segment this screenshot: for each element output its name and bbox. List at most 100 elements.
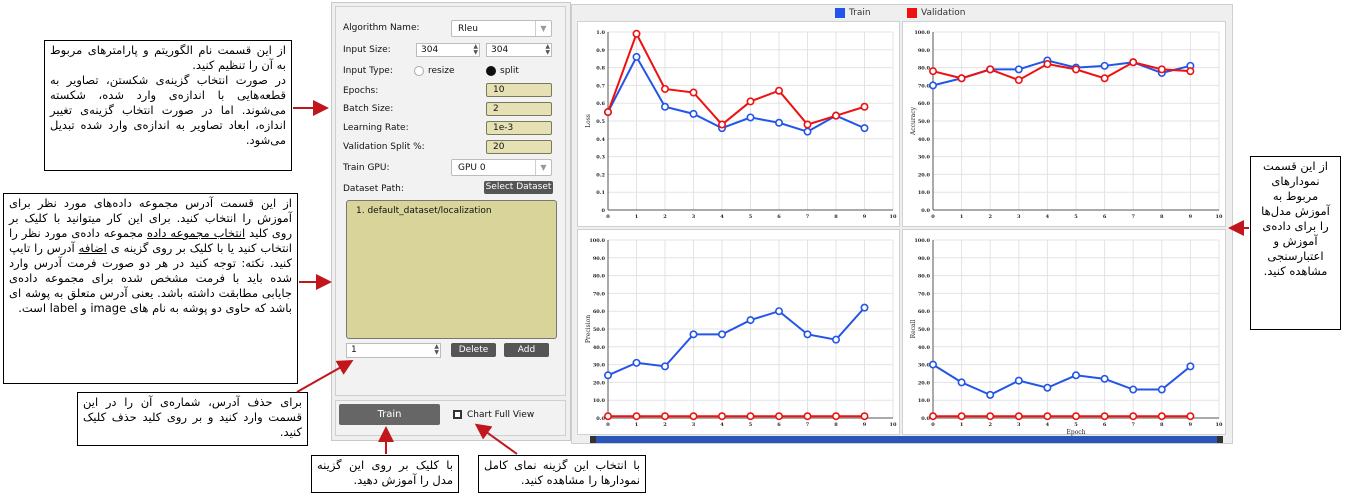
data-point-validation <box>689 88 698 97</box>
train-button[interactable]: Train <box>339 404 440 425</box>
chart-accuracy: 0.0 10.0 20.0 30.0 40.0 50.0 60.0 70.0 80.0 90.0 1… <box>902 21 1226 227</box>
y-tick-label: 40.0 <box>593 345 606 351</box>
algorithm-label: Algorithm Name: <box>343 23 420 33</box>
y-tick-label: 90.0 <box>918 48 931 54</box>
data-point-train <box>803 127 812 136</box>
input-height-spinbox[interactable]: 304 ▲ ▼ <box>486 43 552 57</box>
input-width-spinbox[interactable]: 304 ▲ ▼ <box>416 43 480 57</box>
legend-train-swatch <box>835 8 845 18</box>
x-tick-label: 3 <box>692 422 696 428</box>
y-tick-label: 0.9 <box>596 48 605 54</box>
y-tick-label: 20.0 <box>918 172 931 178</box>
data-point-validation <box>718 120 727 129</box>
data-point-train <box>957 378 966 387</box>
epochs-label: Epochs: <box>343 86 379 96</box>
y-tick-label: 100.0 <box>589 238 605 244</box>
chevron-down-icon: ▼ <box>535 160 551 175</box>
data-point-validation <box>860 102 869 111</box>
y-tick-label: 0.3 <box>596 155 605 161</box>
data-point-train <box>1072 371 1081 380</box>
data-point-train <box>661 102 670 111</box>
callout-dataset-select-link: انتخاب مجموعه داده <box>146 226 246 240</box>
y-tick-label: 1.0 <box>596 30 605 36</box>
delete-button[interactable]: Delete <box>451 343 496 357</box>
chart-precision: 0.0 10.0 20.0 30.0 40.0 50.0 60.0 70.0 80.0 90.0 1… <box>577 229 900 435</box>
data-point-validation <box>746 412 755 421</box>
series-line-train <box>607 306 866 377</box>
x-tick-label: 1 <box>960 422 963 428</box>
learning-rate-input[interactable]: 1e-3 <box>486 121 552 135</box>
legend-validation-label: Validation <box>921 8 966 18</box>
x-tick-label: 8 <box>1160 422 1164 428</box>
epochs-input[interactable]: 10 <box>486 83 552 97</box>
x-tick-label: 2 <box>988 214 992 220</box>
y-tick-label: 40.0 <box>918 345 931 351</box>
accuracy-chart-svg: 0.0 10.0 20.0 30.0 40.0 50.0 60.0 70.0 80.0 90.0 1… <box>910 30 1223 220</box>
split-radio[interactable] <box>486 66 496 76</box>
algorithm-combo[interactable]: Rleu ▼ <box>451 20 552 37</box>
data-point-train <box>661 362 670 371</box>
callout-fullview: با انتخاب این گزینه نمای کامل نمودارها ر… <box>478 455 646 493</box>
train-gpu-value: GPU 0 <box>458 163 486 173</box>
data-point-train <box>1014 376 1023 385</box>
horizontal-scrollbar[interactable] <box>590 436 1223 443</box>
y-tick-label: 60.0 <box>593 309 606 315</box>
x-tick-label: 10 <box>890 214 897 220</box>
settings-form: Algorithm Name: Rleu ▼ Input Size: 304 ▲… <box>335 6 566 396</box>
legend-validation-swatch <box>907 8 917 18</box>
y-axis-label: Precision <box>585 315 592 343</box>
data-point-train <box>632 358 641 367</box>
learning-rate-label: Learning Rate: <box>343 123 409 133</box>
data-point-train <box>689 330 698 339</box>
x-tick-label: 6 <box>777 422 781 428</box>
data-point-validation <box>860 412 869 421</box>
x-tick-label: 7 <box>1131 214 1135 220</box>
x-tick-label: 9 <box>863 422 867 428</box>
data-point-train <box>928 81 937 90</box>
resize-radio[interactable] <box>414 66 424 76</box>
x-tick-label: 8 <box>1160 214 1164 220</box>
y-tick-label: 60.0 <box>918 101 931 107</box>
data-point-validation <box>1186 67 1195 76</box>
dataset-index-spinbox[interactable]: 1 ▲ ▼ <box>346 343 441 358</box>
algorithm-value: Rleu <box>458 24 478 34</box>
y-tick-label: 20.0 <box>918 380 931 386</box>
callout-params-line1: از این قسمت نام الگوریتم و پارامترهای مر… <box>50 43 286 72</box>
callout-charts-text: از این قسمت نمودارهای مربوط به آموزش مدل… <box>1261 159 1330 278</box>
fullview-checkbox[interactable] <box>453 410 462 419</box>
x-tick-label: 1 <box>960 214 963 220</box>
spin-arrows-icon: ▲ ▼ <box>434 343 439 356</box>
x-tick-label: 1 <box>635 214 638 220</box>
y-tick-label: 50.0 <box>918 327 931 333</box>
data-point-validation <box>1157 65 1166 74</box>
data-point-validation <box>746 97 755 106</box>
data-point-train <box>746 316 755 325</box>
list-item[interactable]: 1. default_dataset/localization <box>356 206 547 216</box>
callout-params: از این قسمت نام الگوریتم و پارامترهای مر… <box>44 40 292 171</box>
data-point-validation <box>1100 74 1109 83</box>
dataset-list[interactable]: 1. default_dataset/localization <box>346 200 557 339</box>
chart-recall: 0.0 10.0 20.0 30.0 40.0 50.0 60.0 70.0 80.0 90.0 1… <box>902 229 1226 436</box>
select-dataset-button[interactable]: Select Dataset <box>484 181 553 194</box>
train-gpu-combo[interactable]: GPU 0 ▼ <box>451 159 552 176</box>
y-tick-label: 0.5 <box>596 119 605 125</box>
split-label: split <box>500 66 519 76</box>
batch-size-input[interactable]: 2 <box>486 102 552 116</box>
y-tick-label: 0.4 <box>596 137 605 143</box>
x-tick-label: 2 <box>663 422 667 428</box>
x-axis-label: Epoch <box>1066 429 1085 436</box>
data-point-train <box>1043 383 1052 392</box>
add-button[interactable]: Add <box>504 343 549 357</box>
data-point-validation <box>1072 412 1081 421</box>
callout-charts: از این قسمت نمودارهای مربوط به آموزش مدل… <box>1250 156 1341 330</box>
spin-arrows-icon: ▲ ▼ <box>473 43 478 56</box>
data-point-train <box>986 390 995 399</box>
y-tick-label: 60.0 <box>918 309 931 315</box>
data-point-validation <box>1186 412 1195 421</box>
validation-split-input[interactable]: 20 <box>486 140 552 154</box>
resize-label: resize <box>428 66 455 76</box>
data-point-validation <box>832 111 841 120</box>
recall-chart-svg: 0.010.020.030.040.050.060.070.080.090.01… <box>910 238 1223 436</box>
learning-rate-value: 1e-3 <box>493 123 514 133</box>
x-tick-label: 7 <box>806 422 810 428</box>
